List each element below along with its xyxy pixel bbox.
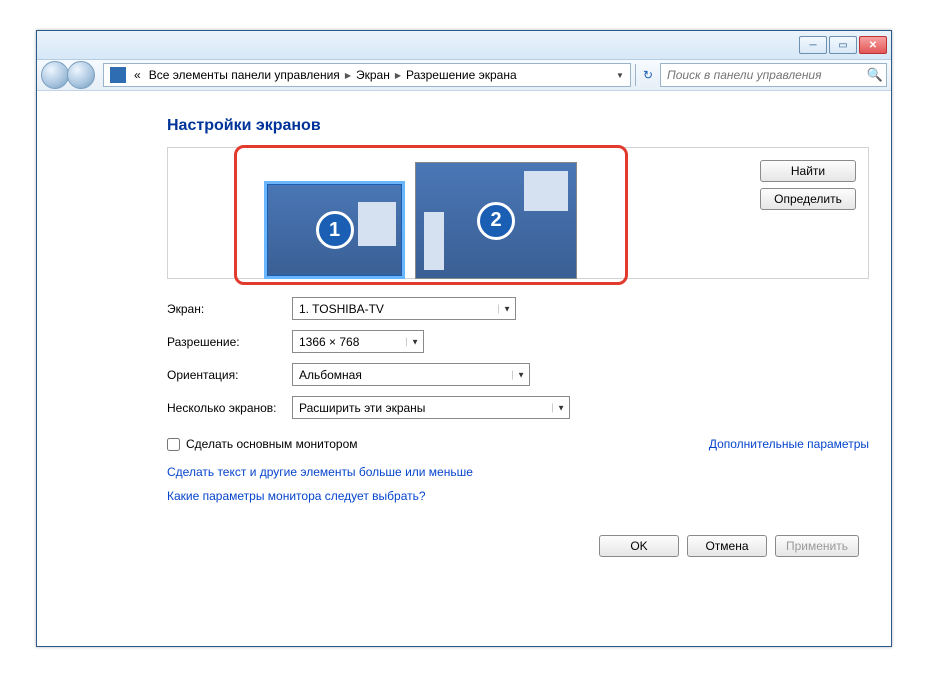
address-history-dropdown[interactable]: ▼ (612, 71, 628, 80)
control-panel-icon (110, 67, 126, 83)
breadcrumb-item[interactable]: Все элементы панели управления (145, 68, 344, 82)
apply-button[interactable]: Применить (775, 535, 859, 557)
make-main-display-label: Сделать основным монитором (186, 437, 358, 451)
identify-button[interactable]: Определить (760, 188, 856, 210)
display-dropdown[interactable]: 1. TOSHIBA-TV (292, 297, 516, 320)
maximize-button[interactable]: ▭ (829, 36, 857, 54)
window: ─ ▭ ✕ « Все элементы панели управления ▶… (36, 30, 892, 647)
dialog-buttons: OK Отмена Применить (167, 535, 869, 557)
make-main-display-checkbox[interactable] (167, 438, 180, 451)
orientation-dropdown[interactable]: Альбомная (292, 363, 530, 386)
nav-back-button[interactable] (41, 61, 69, 89)
monitor-number: 2 (477, 202, 515, 240)
breadcrumb-item[interactable]: Экран (352, 68, 394, 82)
monitor-2[interactable]: 2 (415, 162, 577, 279)
which-settings-link[interactable]: Какие параметры монитора следует выбрать… (167, 489, 869, 503)
advanced-settings-link[interactable]: Дополнительные параметры (709, 437, 869, 451)
monitor-1[interactable]: 1 (264, 181, 405, 279)
breadcrumb-root[interactable]: « (130, 68, 145, 82)
cancel-button[interactable]: Отмена (687, 535, 767, 557)
search-box[interactable]: 🔍 (660, 63, 887, 87)
resolution-label: Разрешение: (167, 335, 292, 349)
monitor-number: 1 (316, 211, 354, 249)
orientation-label: Ориентация: (167, 368, 292, 382)
search-icon[interactable]: 🔍 (864, 67, 886, 83)
chevron-right-icon: ▶ (344, 71, 352, 80)
text-size-link[interactable]: Сделать текст и другие элементы больше и… (167, 465, 869, 479)
display-label: Экран: (167, 302, 292, 316)
navigation-toolbar: « Все элементы панели управления ▶ Экран… (37, 60, 891, 91)
resolution-dropdown[interactable]: 1366 × 768 (292, 330, 424, 353)
address-bar[interactable]: « Все элементы панели управления ▶ Экран… (103, 63, 631, 87)
page-title: Настройки экранов (167, 117, 869, 135)
close-button[interactable]: ✕ (859, 36, 887, 54)
breadcrumb-item[interactable]: Разрешение экрана (402, 68, 521, 82)
search-input[interactable] (661, 65, 864, 85)
display-arrangement-area[interactable]: 1 2 Найти Определить (167, 147, 869, 279)
nav-forward-button[interactable] (67, 61, 95, 89)
minimize-button[interactable]: ─ (799, 36, 827, 54)
refresh-button[interactable]: ↻ (635, 64, 660, 86)
multiple-displays-label: Несколько экранов: (167, 401, 292, 415)
content-area: Настройки экранов 1 2 Найти Определить (37, 91, 891, 557)
detect-button[interactable]: Найти (760, 160, 856, 182)
ok-button[interactable]: OK (599, 535, 679, 557)
multiple-displays-dropdown[interactable]: Расширить эти экраны (292, 396, 570, 419)
titlebar: ─ ▭ ✕ (37, 31, 891, 60)
chevron-right-icon: ▶ (394, 71, 402, 80)
